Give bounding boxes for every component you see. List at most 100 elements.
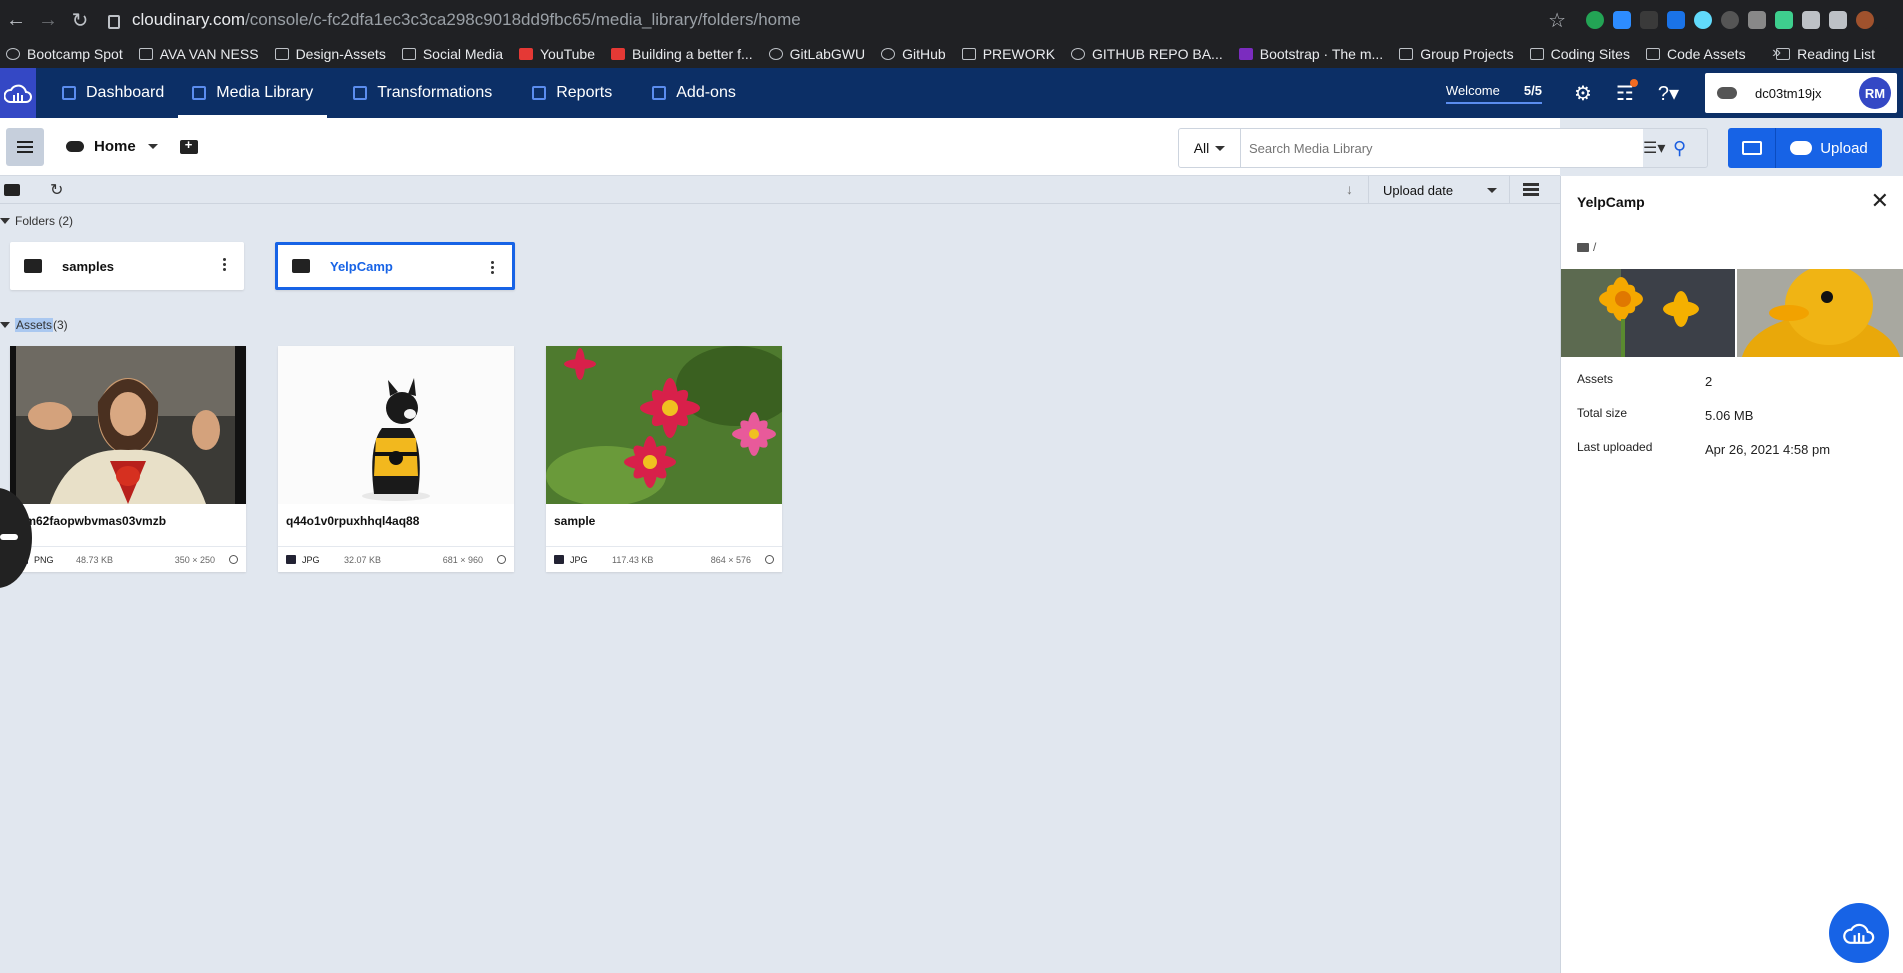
sort-direction-icon[interactable]: ↓ [1346, 181, 1353, 197]
navbar-right: Welcome 5/5 ⚙ ☶ ?▾ dc03tm19jx RM [1445, 68, 1903, 118]
folder-card[interactable]: samples [10, 242, 244, 290]
help-icon[interactable]: ?▾ [1658, 81, 1679, 106]
search-input[interactable] [1241, 129, 1643, 167]
close-icon[interactable]: ✕ [1871, 188, 1889, 214]
extension-icon[interactable] [1667, 11, 1685, 29]
folder-details-panel: YelpCamp ✕ / Assets 2 Total size 5.06 MB… [1560, 176, 1903, 973]
bookmark-item[interactable]: Social Media [401, 46, 503, 62]
extension-icon[interactable] [1640, 11, 1658, 29]
more-options-icon[interactable] [223, 258, 226, 271]
sort-select[interactable]: Upload date [1368, 176, 1510, 204]
url-host: cloudinary.com [132, 10, 246, 29]
public-globe-icon [497, 555, 506, 564]
asset-name: gm62faopwbvmas03vmzb [18, 514, 167, 528]
folder-path-label: / [1593, 240, 1597, 254]
welcome-progress[interactable]: Welcome 5/5 [1445, 83, 1542, 104]
bookmark-item[interactable]: Bootcamp Spot [6, 46, 123, 62]
bookmark-label: Design-Assets [295, 46, 386, 62]
nav-add-ons[interactable]: Add-ons [638, 68, 750, 118]
more-options-icon[interactable] [491, 261, 494, 274]
extension-icon[interactable] [1586, 11, 1604, 29]
reload-icon[interactable]: ↻ [64, 8, 96, 33]
bookmark-item[interactable]: Code Assets [1645, 46, 1746, 62]
forward-icon[interactable]: → [32, 9, 64, 32]
bookmark-item[interactable]: Coding Sites [1529, 46, 1630, 62]
upload-button[interactable]: Upload [1776, 128, 1882, 168]
nav-reports[interactable]: Reports [518, 68, 626, 118]
nav-transformations[interactable]: Transformations [339, 68, 506, 118]
extension-icon[interactable] [1613, 11, 1631, 29]
folder-icon [401, 48, 416, 60]
bookmark-item[interactable]: GitLabGWU [768, 46, 865, 62]
asset-format: JPG [570, 554, 588, 565]
camera-icon[interactable] [1748, 11, 1766, 29]
profile-icon[interactable] [1856, 11, 1874, 29]
asset-card[interactable]: sample JPG 117.43 KB 864 × 576 [546, 346, 782, 572]
folder-previews [1561, 269, 1903, 357]
collapse-icon [0, 322, 10, 328]
extension-icon[interactable] [1721, 11, 1739, 29]
collapse-icon [0, 218, 10, 224]
nav-dashboard[interactable]: Dashboard [48, 68, 178, 118]
asset-type-filter[interactable]: All [1179, 129, 1241, 167]
bookmark-label: Coding Sites [1550, 46, 1630, 62]
reports-icon [532, 86, 547, 100]
bookmark-item[interactable]: YouTube [518, 46, 595, 62]
public-globe-icon [765, 555, 774, 564]
info-value: Apr 26, 2021 4:58 pm [1705, 442, 1831, 457]
gear-icon[interactable]: ⚙ [1574, 81, 1592, 106]
list-view-icon[interactable] [1523, 183, 1539, 197]
home-breadcrumb[interactable]: Home [66, 138, 158, 155]
search-icon[interactable]: ⚲ [1673, 138, 1707, 159]
folder-card-selected[interactable]: YelpCamp [275, 242, 515, 290]
reading-list[interactable]: Reading List [1776, 46, 1875, 62]
bookmark-label: Group Projects [1420, 46, 1514, 62]
back-icon[interactable]: ← [0, 9, 32, 32]
refresh-icon[interactable]: ↻ [50, 180, 63, 200]
avatar[interactable]: RM [1859, 77, 1891, 109]
asset-size: 117.43 KB [612, 554, 654, 565]
globe-icon [768, 48, 783, 60]
url-field[interactable]: cloudinary.com/console/c-fc2dfa1ec3c3ca2… [108, 10, 1548, 30]
advanced-filter-icon[interactable]: ☰▾ [1643, 138, 1673, 158]
cloudinary-logo-icon[interactable] [0, 68, 36, 118]
account-switcher[interactable]: dc03tm19jx RM [1705, 73, 1897, 113]
dashboard-icon [62, 86, 76, 100]
bookmark-item[interactable]: Building a better f... [611, 46, 753, 62]
help-chat-button[interactable] [1829, 903, 1889, 963]
assets-section-header[interactable]: Assets (3) [0, 318, 68, 332]
info-key: Last uploaded [1577, 440, 1653, 454]
info-row: Last uploaded Apr 26, 2021 4:58 pm [1577, 440, 1887, 474]
info-value: 2 [1705, 374, 1713, 389]
bookmark-item[interactable]: AVA VAN NESS [138, 46, 259, 62]
chevron-down-icon [147, 144, 158, 149]
upload-label: Upload [1820, 139, 1868, 157]
url-path: /console/c-fc2dfa1ec3c3ca298c9018dd9fbc6… [245, 10, 801, 29]
bookmark-star-icon[interactable]: ☆ [1548, 8, 1566, 33]
bookmark-item[interactable]: Group Projects [1399, 46, 1514, 62]
site-icon [611, 48, 625, 60]
puzzle-icon[interactable] [1802, 11, 1820, 29]
nav-media-library[interactable]: Media Library [178, 68, 328, 118]
extension-icon[interactable] [1775, 11, 1793, 29]
bookmark-item[interactable]: GitHub [881, 46, 946, 62]
asset-dimensions: 864 × 576 [710, 554, 751, 565]
queue-icon[interactable] [1829, 11, 1847, 29]
bookmark-label: Code Assets [1666, 46, 1746, 62]
bookmark-item[interactable]: PREWORK [961, 46, 1055, 62]
asset-card[interactable]: q44o1v0rpuxhhql4aq88 JPG 32.07 KB 681 × … [278, 346, 514, 572]
kebab-menu-icon[interactable] [1883, 11, 1889, 29]
chevron-down-icon [1215, 145, 1226, 151]
bookmark-item[interactable]: Bootstrap · The m... [1238, 46, 1383, 62]
bookmark-item[interactable]: Design-Assets [274, 46, 386, 62]
extension-icon[interactable] [1694, 11, 1712, 29]
folders-section-header[interactable]: Folders (2) [0, 214, 73, 228]
new-folder-icon[interactable] [179, 137, 198, 154]
bookmark-item[interactable]: GITHUB REPO BA... [1071, 46, 1223, 62]
folder-tree-icon[interactable] [4, 183, 20, 196]
hamburger-menu-button[interactable] [6, 127, 44, 166]
reading-list-label: Reading List [1797, 46, 1875, 62]
asset-card[interactable]: gm62faopwbvmas03vmzb PNG 48.73 KB 350 × … [10, 346, 246, 572]
notifications-icon[interactable]: ☶ [1616, 78, 1638, 106]
screen-capture-button[interactable] [1728, 128, 1776, 168]
